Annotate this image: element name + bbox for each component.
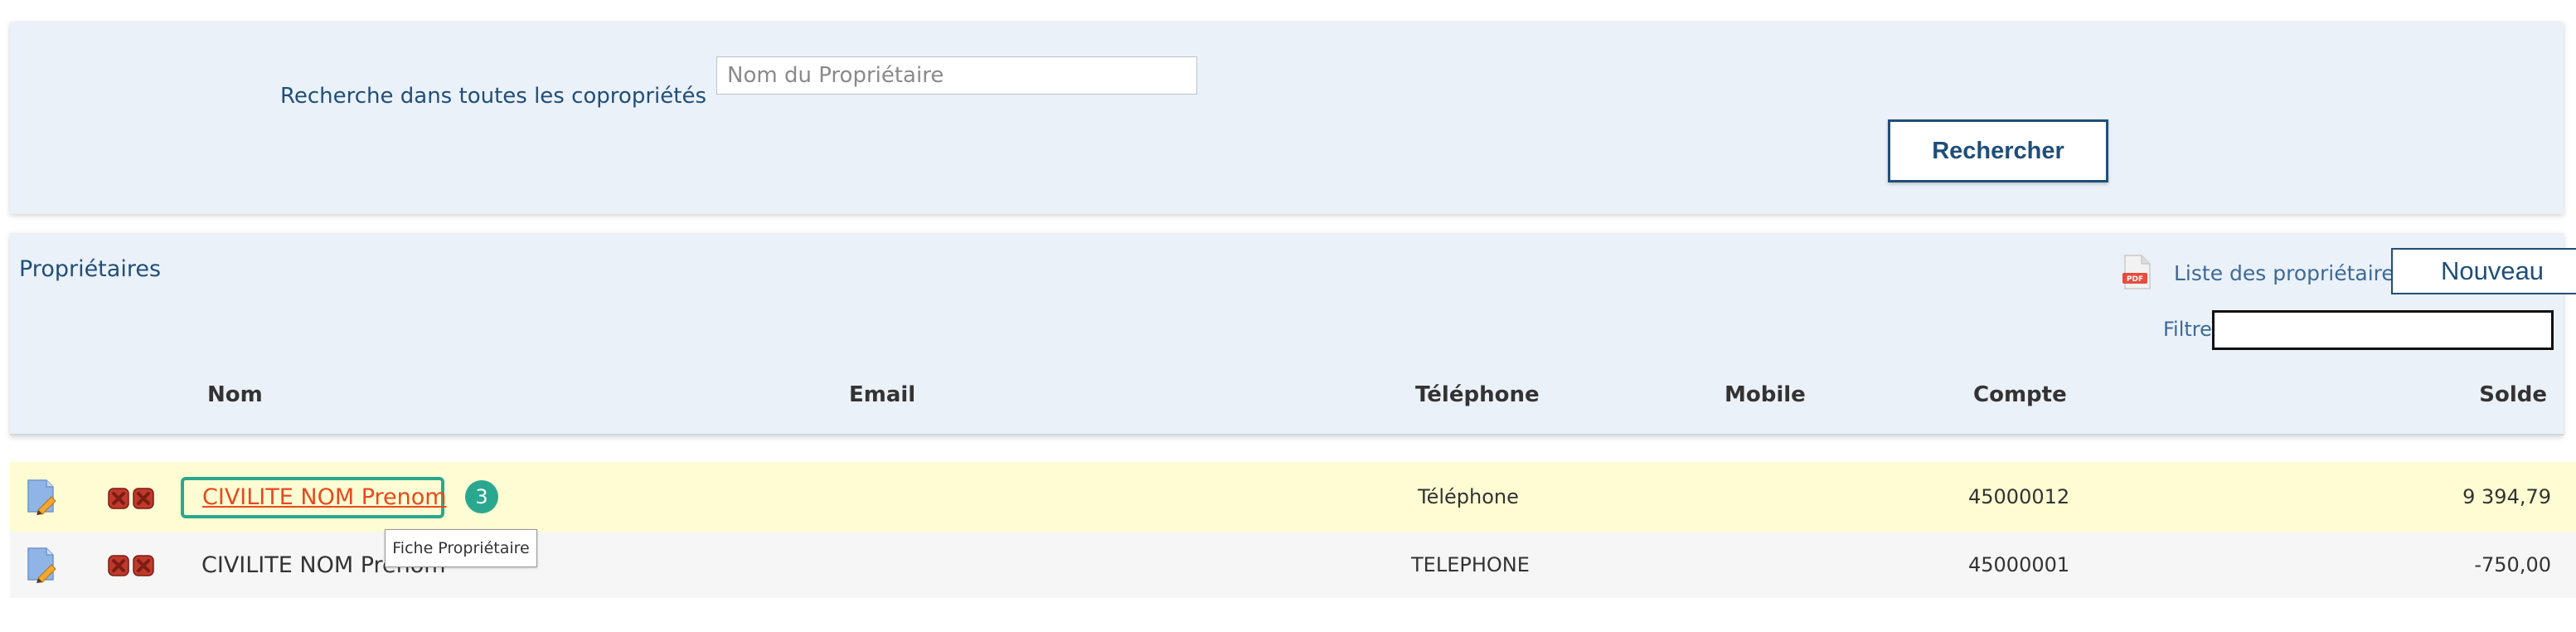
- owners-title: Propriétaires: [19, 256, 162, 282]
- remove-icon[interactable]: [133, 488, 154, 509]
- column-header-email[interactable]: Email: [849, 382, 915, 407]
- pdf-file-icon[interactable]: PDF: [2122, 255, 2151, 289]
- owner-name-link[interactable]: CIVILITE NOM Prenom: [202, 484, 447, 510]
- delete-icon[interactable]: [108, 488, 129, 509]
- column-header-solde[interactable]: Solde: [2479, 382, 2547, 407]
- tutorial-step-badge: 3: [465, 480, 498, 513]
- delete-icon[interactable]: [108, 555, 129, 576]
- search-label: Recherche dans toutes les copropriétés: [279, 84, 706, 109]
- svg-text:PDF: PDF: [2127, 275, 2143, 284]
- telephone-cell: Téléphone: [1418, 485, 1519, 508]
- telephone-cell: TELEPHONE: [1411, 553, 1530, 576]
- compte-cell: 45000001: [1968, 553, 2070, 576]
- header-divider: [10, 434, 2564, 435]
- table-row: CIVILITE NOM Prenom 3 Téléphone 45000012…: [10, 462, 2576, 532]
- owners-list-pdf-link[interactable]: Liste des propriétaires: [2174, 261, 2405, 285]
- solde-cell: -750,00: [2474, 553, 2551, 576]
- column-header-mobile[interactable]: Mobile: [1725, 382, 1806, 407]
- filter-input[interactable]: [2212, 310, 2554, 350]
- new-owner-button[interactable]: Nouveau: [2391, 248, 2576, 294]
- search-panel: Recherche dans toutes les copropriétés R…: [10, 22, 2564, 214]
- owner-search-input[interactable]: [716, 56, 1197, 95]
- column-header-nom[interactable]: Nom: [207, 382, 263, 407]
- edit-document-icon[interactable]: [27, 479, 56, 515]
- search-button[interactable]: Rechercher: [1888, 119, 2108, 182]
- owners-panel: Propriétaires PDF Liste des propriétaire…: [10, 233, 2576, 435]
- column-header-telephone[interactable]: Téléphone: [1415, 382, 1540, 407]
- solde-cell: 9 394,79: [2462, 485, 2551, 508]
- column-header-compte[interactable]: Compte: [1973, 382, 2067, 407]
- edit-document-icon[interactable]: [27, 547, 56, 583]
- tooltip: Fiche Propriétaire: [385, 529, 537, 567]
- compte-cell: 45000012: [1968, 485, 2070, 508]
- remove-icon[interactable]: [133, 555, 154, 576]
- filter-label: Filtre: [2163, 318, 2212, 341]
